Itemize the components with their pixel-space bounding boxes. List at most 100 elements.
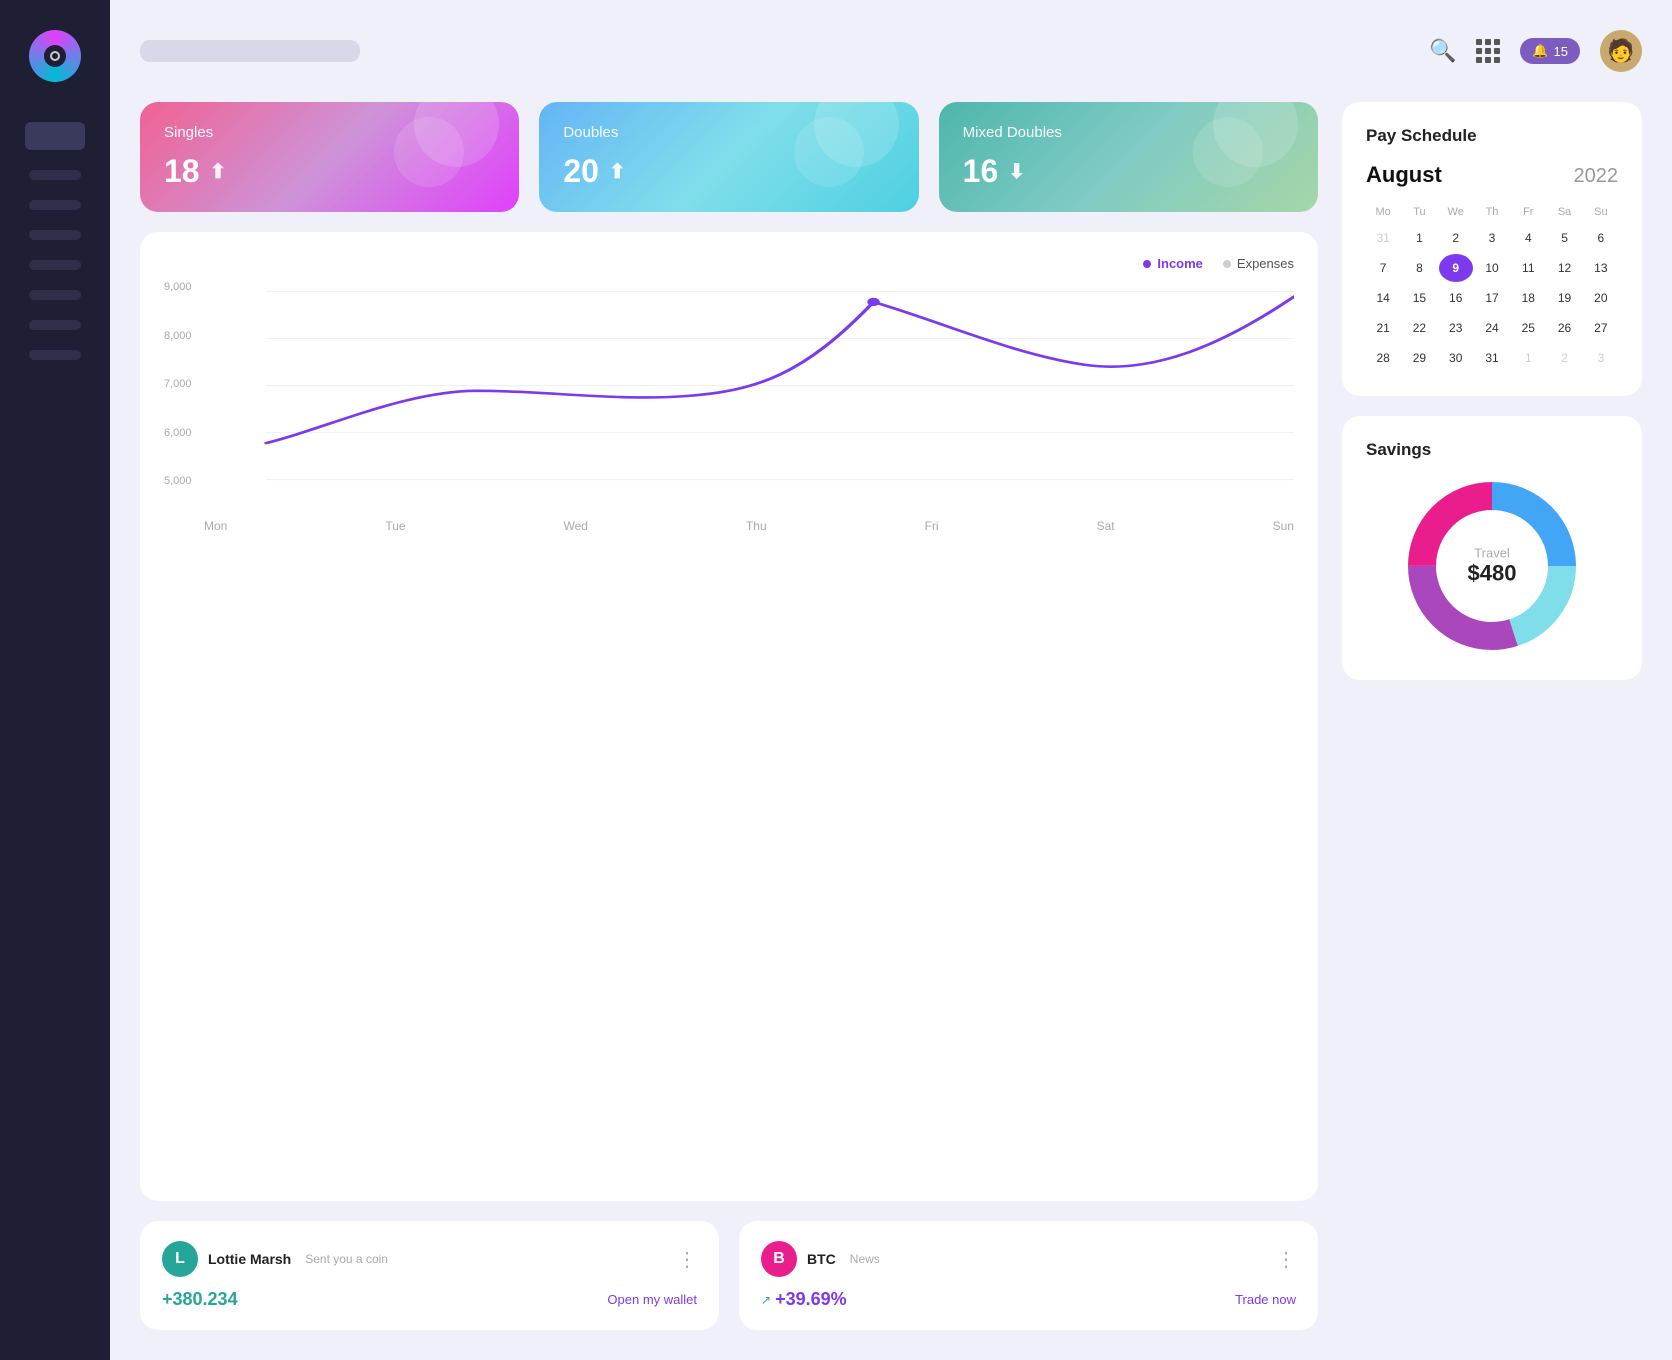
stat-card-doubles[interactable]: Doubles 20 ⬆ [539, 102, 918, 212]
doubles-title: Doubles [563, 124, 894, 141]
btc-more-button[interactable]: ⋮ [1276, 1247, 1296, 1272]
btc-amount: +39.69% [775, 1289, 847, 1310]
chart-y-labels: 9,000 8,000 7,000 6,000 5,000 [164, 281, 192, 511]
cal-day-6[interactable]: 6 [1584, 224, 1618, 252]
cal-day-17[interactable]: 17 [1475, 284, 1509, 312]
content-area: Singles 18 ⬆ Doubles 20 ⬆ [140, 102, 1642, 1330]
transaction-card-lottie: L Lottie Marsh Sent you a coin ⋮ +380.23… [140, 1221, 719, 1330]
cal-day-21[interactable]: 21 [1366, 314, 1400, 342]
topbar-right: 🔍 🔔 15 🧑 [1429, 30, 1642, 72]
bell-icon: 🔔 [1532, 43, 1548, 59]
cal-header-we: We [1439, 202, 1473, 222]
cal-day-31[interactable]: 31 [1475, 344, 1509, 372]
sidebar-item-7[interactable] [29, 350, 81, 360]
chart-legend: Income Expenses [164, 256, 1294, 271]
notification-count: 15 [1554, 44, 1568, 59]
transaction-info-lottie: L Lottie Marsh Sent you a coin [162, 1241, 388, 1277]
cal-day-31-prev[interactable]: 31 [1366, 224, 1400, 252]
search-bar[interactable] [140, 40, 360, 62]
user-avatar[interactable]: 🧑 [1600, 30, 1642, 72]
pay-schedule-card: Pay Schedule August 2022 Mo Tu We Th Fr … [1342, 102, 1642, 396]
cal-day-7[interactable]: 7 [1366, 254, 1400, 282]
cal-day-15[interactable]: 15 [1402, 284, 1436, 312]
income-label: Income [1157, 256, 1203, 271]
x-label-mon: Mon [204, 519, 227, 533]
cal-day-11[interactable]: 11 [1511, 254, 1545, 282]
cal-day-8[interactable]: 8 [1402, 254, 1436, 282]
cal-day-14[interactable]: 14 [1366, 284, 1400, 312]
btc-avatar: B [761, 1241, 797, 1277]
pay-schedule-title: Pay Schedule [1366, 126, 1618, 146]
notification-button[interactable]: 🔔 15 [1520, 38, 1580, 64]
savings-title: Savings [1366, 440, 1431, 460]
cal-day-30[interactable]: 30 [1439, 344, 1473, 372]
donut-label: Travel $480 [1468, 546, 1517, 587]
cal-day-3[interactable]: 3 [1475, 224, 1509, 252]
cal-header-tu: Tu [1402, 202, 1436, 222]
x-label-fri: Fri [925, 519, 939, 533]
cal-day-26[interactable]: 26 [1547, 314, 1581, 342]
cal-header-su: Su [1584, 202, 1618, 222]
donut-chart: Travel $480 [1402, 476, 1582, 656]
sidebar-item-active[interactable] [25, 122, 85, 150]
trade-now-link[interactable]: Trade now [1235, 1292, 1296, 1307]
lottie-amount-row: +380.234 Open my wallet [162, 1289, 697, 1310]
calendar-year: 2022 [1574, 165, 1619, 188]
cal-day-1[interactable]: 1 [1402, 224, 1436, 252]
sidebar-item-5[interactable] [29, 290, 81, 300]
app-logo[interactable] [29, 30, 81, 82]
expenses-label: Expenses [1237, 256, 1294, 271]
sidebar-item-2[interactable] [29, 200, 81, 210]
topbar: 🔍 🔔 15 🧑 [140, 30, 1642, 72]
sidebar-item-3[interactable] [29, 230, 81, 240]
grid-icon[interactable] [1476, 39, 1500, 63]
btc-name: BTC [807, 1251, 836, 1267]
sidebar [0, 0, 110, 1360]
cal-day-22[interactable]: 22 [1402, 314, 1436, 342]
cal-day-28[interactable]: 28 [1366, 344, 1400, 372]
income-dot [1143, 260, 1151, 268]
cal-day-27[interactable]: 27 [1584, 314, 1618, 342]
cal-day-5[interactable]: 5 [1547, 224, 1581, 252]
legend-expenses: Expenses [1223, 256, 1294, 271]
cal-header-fr: Fr [1511, 202, 1545, 222]
search-icon[interactable]: 🔍 [1429, 38, 1456, 64]
y-label-4: 5,000 [164, 475, 192, 487]
x-label-sat: Sat [1097, 519, 1115, 533]
cal-day-9-today[interactable]: 9 [1439, 254, 1473, 282]
open-wallet-link[interactable]: Open my wallet [607, 1292, 697, 1307]
legend-income: Income [1143, 256, 1203, 271]
cal-day-20[interactable]: 20 [1584, 284, 1618, 312]
sidebar-item-4[interactable] [29, 260, 81, 270]
cal-day-19[interactable]: 19 [1547, 284, 1581, 312]
cal-day-3-next[interactable]: 3 [1584, 344, 1618, 372]
cal-day-10[interactable]: 10 [1475, 254, 1509, 282]
cal-day-24[interactable]: 24 [1475, 314, 1509, 342]
cal-day-16[interactable]: 16 [1439, 284, 1473, 312]
sidebar-item-1[interactable] [29, 170, 81, 180]
x-label-sun: Sun [1273, 519, 1294, 533]
donut-center-value: $480 [1468, 561, 1517, 587]
cal-day-18[interactable]: 18 [1511, 284, 1545, 312]
cal-day-2-next[interactable]: 2 [1547, 344, 1581, 372]
chart-card: Income Expenses 9,000 8,000 7,000 6,000 … [140, 232, 1318, 1201]
lottie-more-button[interactable]: ⋮ [677, 1247, 697, 1272]
cal-day-2[interactable]: 2 [1439, 224, 1473, 252]
singles-title: Singles [164, 124, 495, 141]
stat-card-singles[interactable]: Singles 18 ⬆ [140, 102, 519, 212]
y-label-1: 8,000 [164, 330, 192, 342]
main-content: 🔍 🔔 15 🧑 Singles [110, 0, 1672, 1360]
sidebar-item-6[interactable] [29, 320, 81, 330]
stat-card-mixed-doubles[interactable]: Mixed Doubles 16 ⬇ [939, 102, 1318, 212]
cal-day-12[interactable]: 12 [1547, 254, 1581, 282]
y-label-3: 6,000 [164, 427, 192, 439]
lottie-avatar: L [162, 1241, 198, 1277]
left-panel: Singles 18 ⬆ Doubles 20 ⬆ [140, 102, 1318, 1330]
cal-day-1-next[interactable]: 1 [1511, 344, 1545, 372]
cal-day-13[interactable]: 13 [1584, 254, 1618, 282]
cal-day-4[interactable]: 4 [1511, 224, 1545, 252]
btc-desc: News [850, 1252, 880, 1266]
cal-day-25[interactable]: 25 [1511, 314, 1545, 342]
cal-day-29[interactable]: 29 [1402, 344, 1436, 372]
cal-day-23[interactable]: 23 [1439, 314, 1473, 342]
